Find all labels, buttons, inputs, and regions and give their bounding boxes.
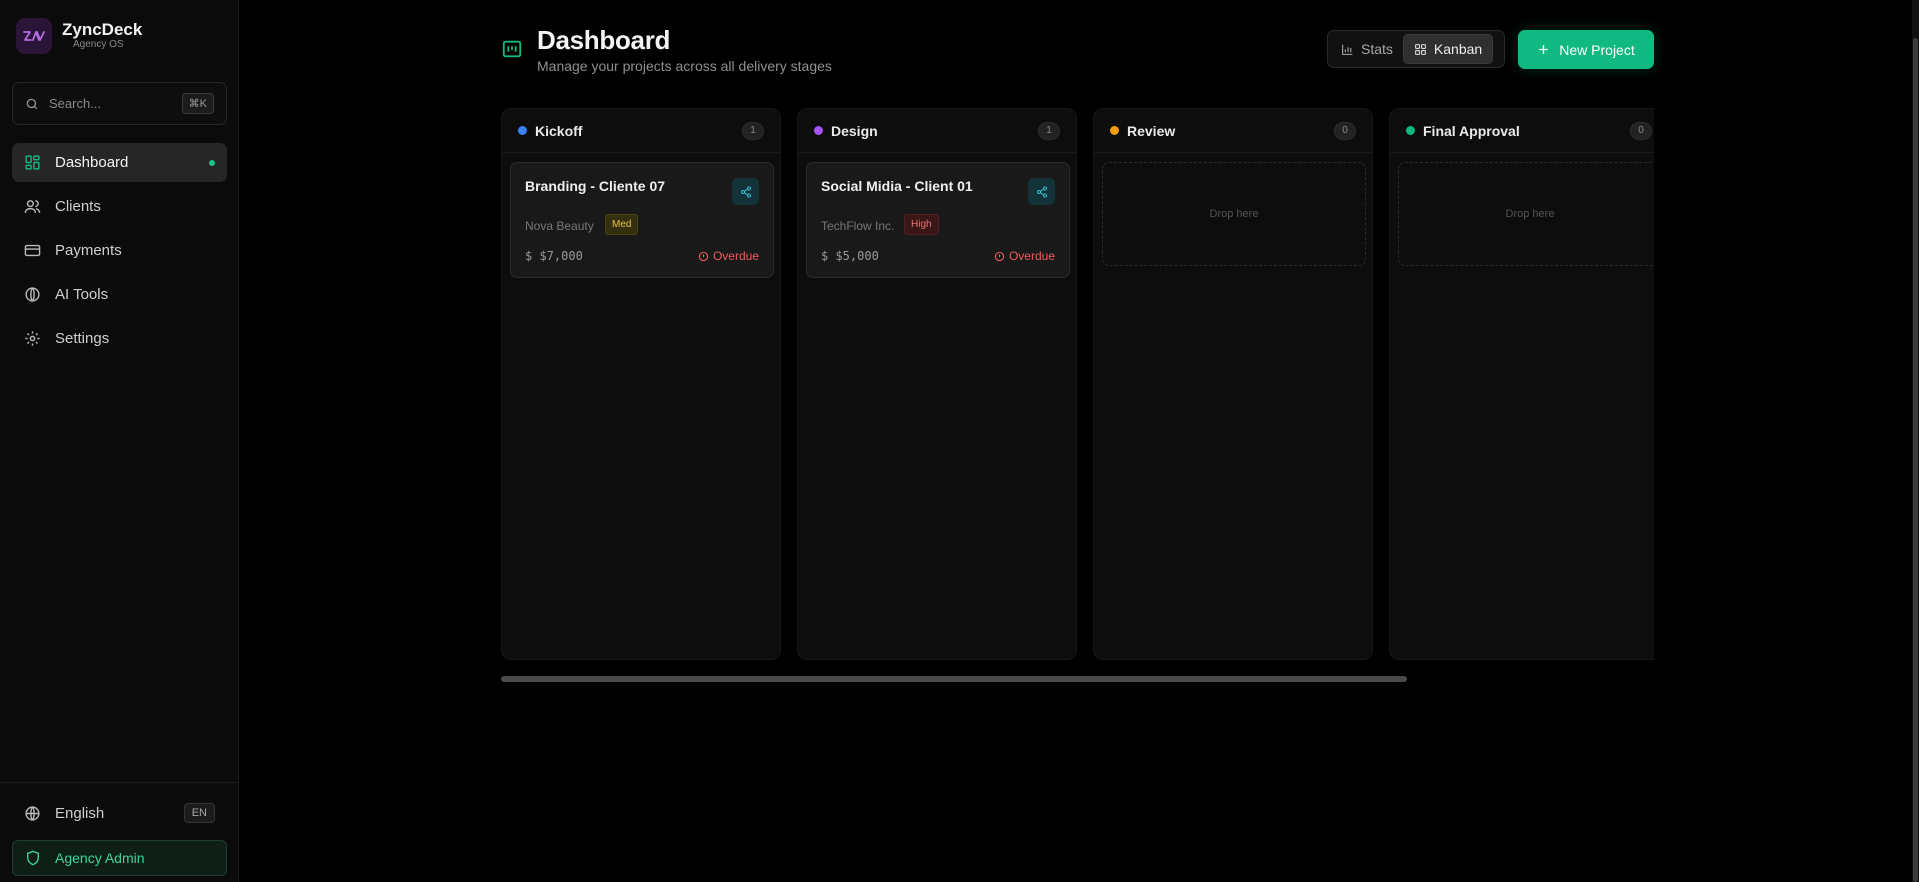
priority-badge: Med (605, 214, 639, 235)
column-title: Kickoff (535, 122, 583, 139)
client-name: Nova Beauty (525, 219, 594, 233)
gear-icon (25, 331, 40, 346)
sidebar-item-label: Payments (55, 242, 122, 259)
shield-icon (27, 850, 39, 866)
globe-icon (25, 287, 40, 302)
sidebar-item-label: Clients (55, 198, 101, 215)
share-icon (740, 185, 751, 198)
column-review: Review 0 Drop here (1093, 108, 1373, 660)
kanban-board: Kickoff 1 Branding - Cliente 07 Nova Bea… (501, 108, 1654, 660)
sidebar-item-clients[interactable]: Clients (12, 187, 227, 226)
column-count-badge: 1 (742, 121, 764, 140)
language-label: English (55, 804, 105, 822)
sidebar-item-settings[interactable]: Settings (12, 319, 227, 358)
view-kanban-button[interactable]: Kanban (1402, 34, 1494, 64)
priority-badge: High (904, 214, 939, 235)
search-input[interactable]: Search... ⌘K (12, 82, 227, 125)
sidebar-item-label: Dashboard (55, 154, 129, 171)
overdue-label: Overdue (1008, 249, 1055, 263)
column-status-dot (518, 126, 527, 135)
share-icon (1036, 185, 1047, 198)
project-title: Social Midia - Client 01 (821, 178, 973, 194)
language-code-badge: EN (183, 803, 215, 823)
bar-chart-icon (1342, 44, 1353, 55)
drop-zone[interactable]: Drop here (1398, 162, 1654, 266)
plus-icon (1539, 45, 1549, 54)
project-title: Branding - Cliente 07 (525, 178, 666, 194)
brand[interactable]: ZyncDeck Agency OS (16, 18, 142, 54)
column-count-badge: 0 (1630, 121, 1652, 140)
page-title: Dashboard (537, 25, 671, 55)
role-badge-agency-admin[interactable]: Agency Admin (12, 840, 227, 876)
overdue-label: Overdue (712, 249, 759, 263)
view-stats-label: Stats (1361, 41, 1393, 57)
sidebar-item-dashboard[interactable]: Dashboard (12, 143, 227, 182)
users-icon (24, 200, 41, 213)
sidebar-divider (0, 782, 239, 783)
overdue-status: Overdue (994, 249, 1055, 263)
kanban-board-icon (502, 40, 522, 58)
column-status-dot (814, 126, 823, 135)
search-icon (26, 98, 38, 109)
sidebar-item-ai-tools[interactable]: AI Tools (12, 275, 227, 314)
role-label: Agency Admin (55, 850, 145, 866)
drop-zone[interactable]: Drop here (1102, 162, 1366, 266)
search-placeholder: Search... (49, 96, 102, 111)
column-count-badge: 0 (1334, 121, 1356, 140)
column-count-badge: 1 (1038, 121, 1060, 140)
share-button[interactable] (1028, 178, 1055, 205)
project-card[interactable]: Branding - Cliente 07 Nova Beauty Med $ … (510, 162, 774, 278)
page-subtitle: Manage your projects across all delivery… (537, 58, 832, 74)
column-title: Review (1127, 122, 1176, 139)
column-header: Review 0 (1094, 109, 1372, 153)
sidebar-item-payments[interactable]: Payments (12, 231, 227, 270)
column-header: Design 1 (798, 109, 1076, 153)
view-kanban-label: Kanban (1433, 41, 1483, 57)
page-vertical-scrollbar[interactable] (1913, 38, 1918, 882)
search-shortcut-badge: ⌘K (181, 93, 214, 114)
globe-icon (25, 805, 40, 821)
overdue-status: Overdue (698, 249, 759, 263)
column-header: Kickoff 1 (502, 109, 780, 153)
project-amount: $ $5,000 (821, 249, 879, 263)
project-card[interactable]: Social Midia - Client 01 TechFlow Inc. H… (806, 162, 1070, 278)
project-amount: $ $7,000 (525, 249, 583, 263)
new-project-button[interactable]: New Project (1518, 30, 1654, 69)
brand-subtitle: Agency OS (73, 39, 124, 50)
board-horizontal-scrollbar[interactable] (501, 676, 1407, 682)
view-stats-button[interactable]: Stats (1331, 34, 1403, 64)
column-final-approval: Final Approval 0 Drop here (1389, 108, 1654, 660)
sidebar-item-label: Settings (55, 330, 110, 347)
column-design: Design 1 Social Midia - Client 01 TechFl… (797, 108, 1077, 660)
grid-icon (1414, 43, 1426, 55)
share-button[interactable] (732, 178, 759, 205)
zyncdeck-logo-icon (16, 18, 52, 54)
column-title: Final Approval (1423, 122, 1520, 139)
column-title: Design (831, 122, 878, 139)
column-status-dot (1406, 126, 1415, 135)
column-status-dot (1110, 126, 1119, 135)
language-selector[interactable]: English EN (12, 796, 227, 830)
sidebar-item-label: AI Tools (55, 286, 109, 303)
sidebar: ZyncDeck Agency OS Search... ⌘K Dashboar… (0, 0, 239, 882)
column-header: Final Approval 0 (1390, 109, 1654, 153)
column-kickoff: Kickoff 1 Branding - Cliente 07 Nova Bea… (501, 108, 781, 660)
active-indicator-dot (209, 159, 215, 166)
sidebar-nav: Dashboard Clients Payments AI Tools Sett… (12, 143, 227, 363)
alert-circle-icon (994, 251, 1005, 261)
grid-icon (25, 155, 40, 170)
credit-card-icon (24, 244, 41, 257)
alert-circle-icon (698, 251, 709, 261)
new-project-label: New Project (1559, 41, 1635, 58)
brand-name: ZyncDeck (62, 20, 143, 39)
view-toggle: Stats Kanban (1327, 30, 1505, 68)
client-name: TechFlow Inc. (821, 219, 895, 233)
